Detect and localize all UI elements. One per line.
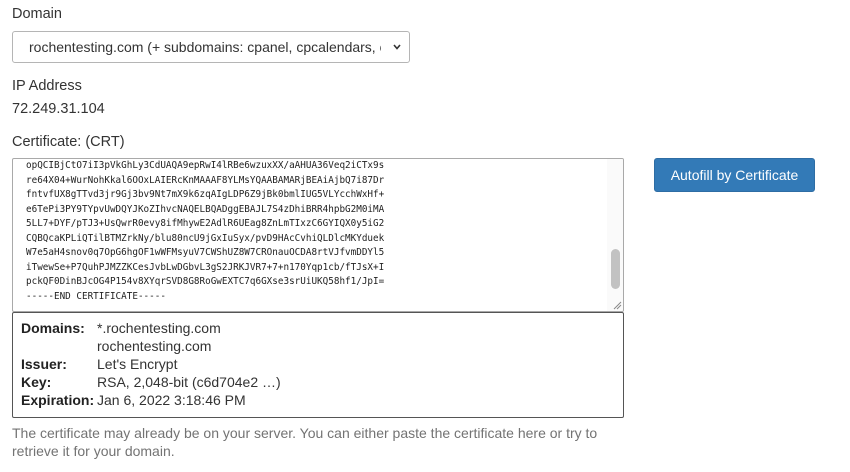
domain-item: rochentesting.com [97, 338, 212, 354]
certificate-line: fntvfUX8gTTvd3jr9Gj3bv9Nt7mX9k6zqAIgLDP6… [26, 189, 385, 200]
issuer-value: Let's Encrypt [97, 356, 178, 372]
key-key: Key: [21, 374, 52, 390]
certificate-line: CQBQcaKPLiQTilBTMZrkNy/blu80ncU9jGxIuSyx… [26, 232, 385, 244]
certificate-line: iTwewSe+P7QuhPJMZZKCesJvbLwDGbvL3gS2JRKJ… [26, 261, 385, 273]
chevron-down-icon [393, 44, 401, 50]
certificate-label: Certificate: (CRT) [12, 134, 125, 150]
expiration-key: Expiration: [21, 392, 95, 408]
autofill-by-certificate-button[interactable]: Autofill by Certificate [654, 158, 815, 192]
issuer-key: Issuer: [21, 356, 67, 372]
domain-item: *.rochentesting.com [97, 320, 221, 336]
certificate-line: W7e5aH4snov0q7OpG6hgOF1wWFMsyuV7CWShUZ8W… [26, 247, 385, 258]
certificate-details: Domains: *.rochentesting.com rochentesti… [12, 312, 624, 418]
ip-address-label: IP Address [12, 78, 82, 94]
domain-select[interactable]: rochentesting.com (+ subdomains: cpanel,… [12, 31, 410, 63]
domain-label: Domain [12, 6, 62, 22]
certificate-line: -----END CERTIFICATE----- [26, 290, 166, 302]
certificate-line: opQCIBjCtO7iI3pVkGhLy3CdUAQA9epRwI4lRBe6… [26, 160, 385, 171]
textarea-scrollbar[interactable] [607, 159, 623, 311]
certificate-line: re64X04+WurNohKkal6OOxLAIERcKnMAAAF8YLMs… [26, 174, 385, 186]
certificate-line: 5LL7+DYF/pTJ3+UsQwrR0evy8ifMhywE2AdlR6UE… [26, 218, 385, 229]
ip-address-value: 72.249.31.104 [12, 101, 105, 117]
certificate-hint: The certificate may already be on your s… [12, 425, 598, 459]
certificate-textarea[interactable]: opQCIBjCtO7iI3pVkGhLy3CdUAQA9epRwI4lRBe6… [12, 158, 624, 312]
expiration-value: Jan 6, 2022 3:18:46 PM [97, 392, 246, 408]
certificate-text: opQCIBjCtO7iI3pVkGhLy3CdUAQA9epRwI4lRBe6… [26, 159, 616, 304]
domains-key: Domains: [21, 320, 85, 336]
certificate-line: pckQF0DinBJcOG4P154v8XYqrSVD8G8RoGwEXTC7… [26, 276, 385, 287]
key-value: RSA, 2,048-bit (c6d704e2 …) [97, 374, 281, 390]
scrollbar-thumb[interactable] [611, 249, 620, 289]
domain-select-value: rochentesting.com (+ subdomains: cpanel,… [29, 39, 381, 55]
resize-handle-icon[interactable] [612, 300, 622, 310]
certificate-line: e6TePi3PY9TYpvUwDQYJKoZIhvcNAQELBQADggEB… [26, 203, 385, 215]
